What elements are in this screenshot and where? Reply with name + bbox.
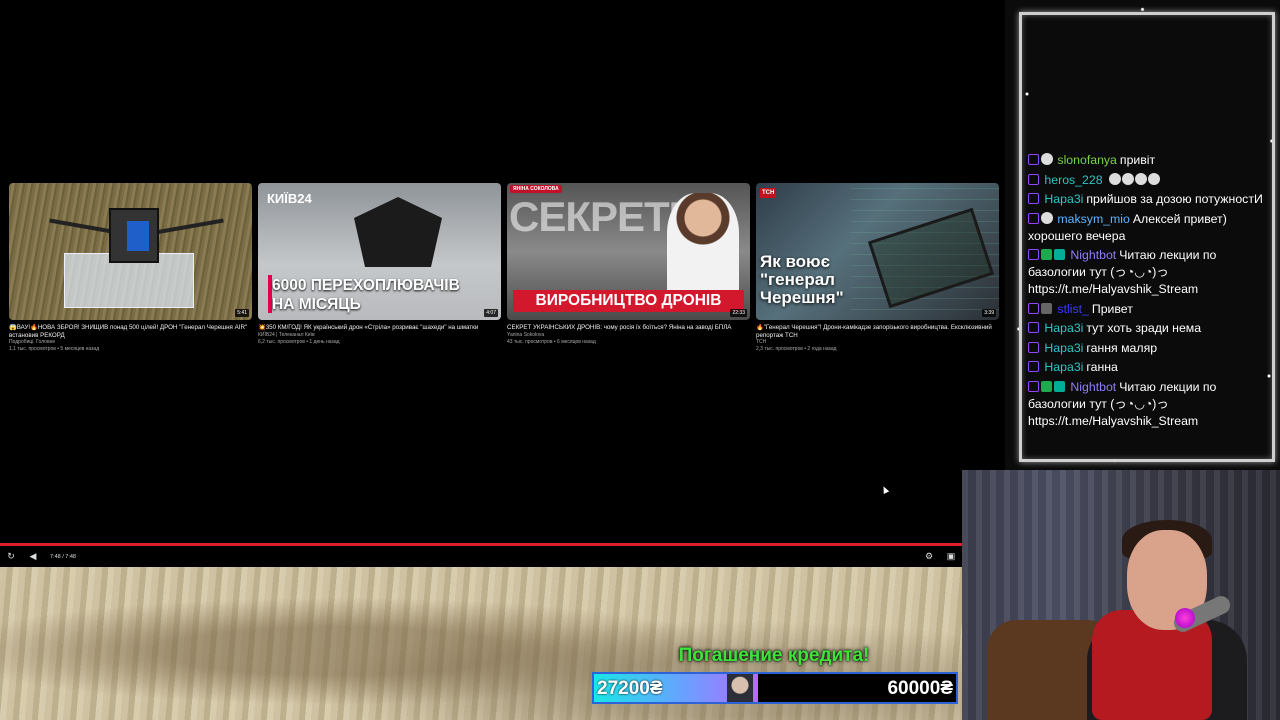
chat-text: гання маляр bbox=[1086, 340, 1158, 355]
chat-message: heros_228 bbox=[1028, 172, 1268, 189]
goal-avatar bbox=[727, 674, 753, 702]
video-duration: 22:33 bbox=[730, 309, 747, 317]
video-stats: 43 тыс. просмотров • 6 месяцев назад bbox=[507, 338, 596, 345]
video-title[interactable]: 😱ВАУ!🔥НОВА ЗБРОЯ! ЗНИЩИВ понад 500 цілей… bbox=[9, 324, 252, 339]
chat-username[interactable]: Нара3і bbox=[1044, 360, 1083, 374]
chat-text: Алексей привет) bbox=[1132, 211, 1227, 226]
chat-username[interactable]: slonofanya bbox=[1057, 153, 1116, 167]
chat-username[interactable]: stlist_ bbox=[1057, 302, 1088, 316]
chat-text: ганна bbox=[1086, 360, 1118, 374]
twitch-icon bbox=[1028, 302, 1039, 314]
video-title[interactable]: 💥350 КМ/ГОД! ЯК український дрон «Стріла… bbox=[258, 324, 501, 332]
thumbnail-caption: Як воює "генерал Черешня" bbox=[760, 252, 844, 307]
chat-text: привіт bbox=[1119, 153, 1156, 167]
video-card[interactable]: СЕКРЕТЕ ЯНІНА СОКОЛОВА ВИРОБНИЦТВО ДРОНІ… bbox=[507, 183, 750, 346]
badge-icon bbox=[1041, 211, 1053, 224]
chat-username[interactable]: Нара3і bbox=[1044, 341, 1083, 355]
chat-username[interactable]: maksym_mio bbox=[1057, 212, 1129, 226]
verified-badge-icon bbox=[1041, 249, 1052, 260]
chat-message: Nightbot Читаю лекции по базологии тут (っ… bbox=[1028, 379, 1268, 430]
twitch-icon bbox=[1028, 380, 1039, 392]
replay-icon[interactable]: ↻ bbox=[0, 546, 22, 567]
chat-username[interactable]: Nightbot bbox=[1070, 248, 1116, 262]
twitch-icon bbox=[1028, 341, 1039, 353]
chat-username[interactable]: Нара3і bbox=[1044, 321, 1083, 335]
video-stats: 2,3 тыс. просмотров • 2 года назад bbox=[756, 346, 837, 353]
bot-badge-icon bbox=[1054, 249, 1065, 260]
player-controls: ↻ ◀ 7:48 / 7:48 ⚙ ▣ bbox=[0, 546, 962, 567]
video-duration: 3:39 bbox=[982, 309, 996, 317]
donation-goal-title: Погашение кредита! bbox=[678, 645, 870, 666]
video-end-screen: 5:41 😱ВАУ!🔥НОВА ЗБРОЯ! ЗНИЩИВ понад 500 … bbox=[0, 0, 1005, 545]
chat-text: хорошего вечера bbox=[1028, 228, 1126, 243]
twitch-icon bbox=[1028, 361, 1039, 372]
chat-message: Нара3і прийшов за дозою потужностИ bbox=[1028, 191, 1268, 208]
webcam-feed bbox=[962, 470, 1280, 720]
thumbnail-caption: ВИРОБНИЦТВО ДРОНІВ bbox=[513, 290, 744, 312]
chat-message: slonofanya привіт bbox=[1028, 152, 1268, 169]
skull-badge-icon bbox=[1041, 153, 1053, 165]
twitch-icon bbox=[1028, 193, 1039, 204]
chat-message: Нара3і гання маляр bbox=[1028, 340, 1268, 357]
chat-message: Nightbot Читаю лекции по базологии тут (っ… bbox=[1028, 247, 1268, 298]
video-stats: 6,2 тыс. просмотров • 1 день назад bbox=[258, 338, 340, 345]
donation-goal-bar: 27200₴ 60000₴ bbox=[592, 672, 958, 704]
thumbnail-caption: 6000 ПЕРЕХОПЛЮВАЧІВ НА МІСЯЦЬ bbox=[272, 277, 460, 313]
channel-name[interactable]: ТСН bbox=[756, 339, 999, 346]
chat-panel: slonofanya привіт heros_228 Нара3і прийшов… bbox=[1028, 152, 1268, 432]
chat-message: Нара3і ганна bbox=[1028, 359, 1268, 376]
video-thumbnail[interactable]: 5:41 bbox=[9, 183, 252, 320]
video-card[interactable]: ТСН Як воює "генерал Черешня" 3:39 🔥"Ген… bbox=[756, 183, 999, 353]
twitch-icon bbox=[1028, 212, 1039, 224]
fullscreen-icon[interactable]: ▣ bbox=[940, 546, 962, 567]
video-duration: 5:41 bbox=[235, 309, 249, 317]
video-card[interactable]: 5:41 😱ВАУ!🔥НОВА ЗБРОЯ! ЗНИЩИВ понад 500 … bbox=[9, 183, 252, 353]
emote-icon bbox=[1108, 172, 1121, 185]
emote-icon bbox=[1147, 172, 1160, 185]
video-title[interactable]: СЕКРЕТ УКРАЇНСЬКИХ ДРОНІВ: чому росія їх… bbox=[507, 324, 750, 332]
twitch-icon bbox=[1028, 322, 1039, 333]
bot-badge-icon bbox=[1054, 380, 1065, 392]
donation-target: 60000₴ bbox=[887, 678, 953, 699]
video-thumbnail[interactable]: ТСН Як воює "генерал Черешня" 3:39 bbox=[756, 183, 999, 320]
chat-message: maksym_mio Алексей привет) хорошего вечер… bbox=[1028, 211, 1268, 245]
twitch-icon bbox=[1028, 173, 1039, 185]
donation-current: 27200₴ bbox=[597, 678, 663, 699]
emote-icon bbox=[1134, 172, 1147, 185]
verified-badge-icon bbox=[1041, 380, 1052, 392]
mute-badge-icon bbox=[1041, 302, 1052, 314]
channel-badge: ЯНІНА СОКОЛОВА bbox=[510, 185, 562, 193]
video-thumbnail[interactable]: КИЇВ24 6000 ПЕРЕХОПЛЮВАЧІВ НА МІСЯЦЬ 4:0… bbox=[258, 183, 501, 320]
video-card[interactable]: КИЇВ24 6000 ПЕРЕХОПЛЮВАЧІВ НА МІСЯЦЬ 4:0… bbox=[258, 183, 501, 346]
channel-name[interactable]: Подробиці. Головне bbox=[9, 339, 252, 346]
channel-name[interactable]: КИЇВ24 | Телеканал Київ bbox=[258, 332, 501, 339]
video-thumbnail[interactable]: СЕКРЕТЕ ЯНІНА СОКОЛОВА ВИРОБНИЦТВО ДРОНІ… bbox=[507, 183, 750, 320]
twitch-icon bbox=[1028, 154, 1039, 165]
chat-text: Привет bbox=[1091, 301, 1133, 316]
tsn-logo: ТСН bbox=[760, 188, 777, 198]
channel-name[interactable]: Yanina Sokolova bbox=[507, 332, 750, 339]
chat-username[interactable]: Нара3і bbox=[1044, 192, 1083, 206]
chat-text: прийшов за дозою потужностИ bbox=[1086, 192, 1263, 206]
video-stats: 1,1 тыс. просмотров • 5 месяцев назад bbox=[9, 346, 100, 353]
chat-username[interactable]: Nightbot bbox=[1070, 380, 1116, 394]
volume-icon[interactable]: ◀ bbox=[22, 546, 44, 567]
gear-icon[interactable]: ⚙ bbox=[918, 546, 940, 567]
emote-icon bbox=[1121, 172, 1134, 185]
chat-text: тут хоть зради нема bbox=[1086, 321, 1202, 335]
kyiv24-logo: КИЇВ24 bbox=[267, 191, 312, 206]
video-title[interactable]: 🔥"Генерал Черешня"! Дрони-камікадзе запо… bbox=[756, 324, 999, 339]
chat-message: stlist_ Привет bbox=[1028, 301, 1268, 318]
video-duration: 4:07 bbox=[484, 309, 498, 317]
time-display: 7:48 / 7:48 bbox=[50, 553, 76, 560]
chat-username[interactable]: heros_228 bbox=[1044, 173, 1102, 187]
twitch-icon bbox=[1028, 249, 1039, 260]
chat-message: Нара3і тут хоть зради нема bbox=[1028, 320, 1268, 337]
